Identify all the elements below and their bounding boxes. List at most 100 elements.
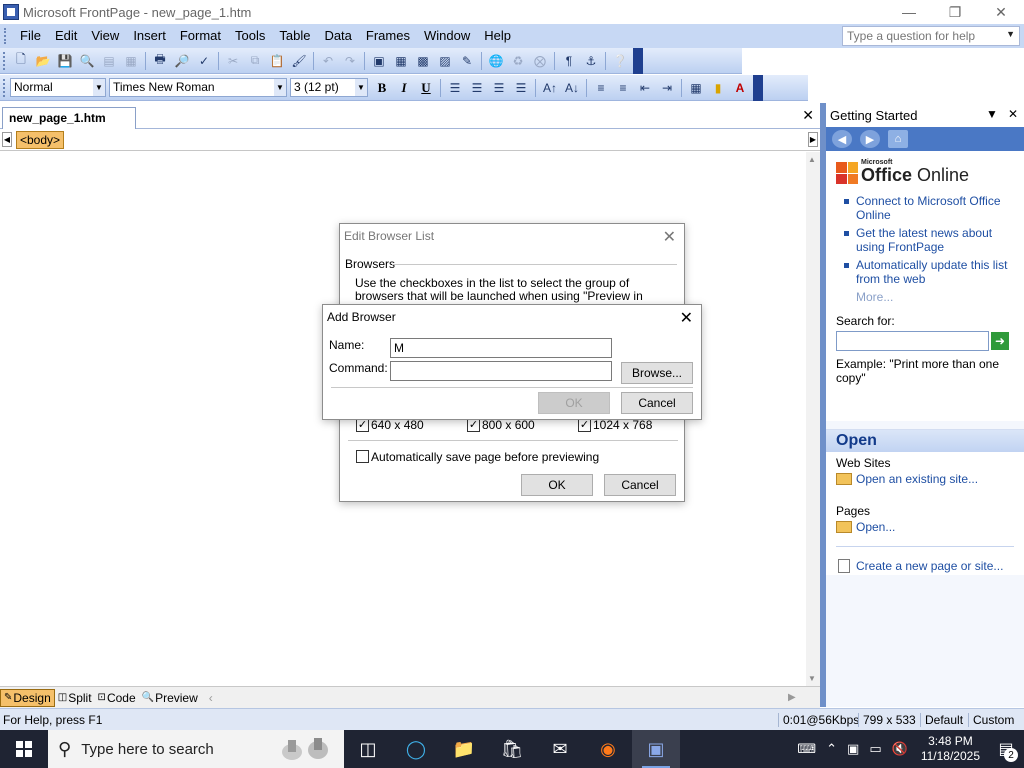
save-icon[interactable]: 💾 — [55, 51, 75, 71]
vertical-scrollbar[interactable]: ▲ ▼ — [806, 152, 820, 686]
menu-grip[interactable] — [4, 28, 8, 44]
chevron-down-icon[interactable]: ▼ — [1006, 29, 1015, 39]
underline-button[interactable]: U — [415, 80, 437, 96]
numbered-list-icon[interactable]: ≡ — [591, 78, 611, 98]
redo-icon[interactable]: ↷ — [340, 51, 360, 71]
browse-button[interactable]: Browse... — [621, 362, 693, 384]
forward-icon[interactable]: ▶ — [860, 130, 880, 148]
menu-frames[interactable]: Frames — [359, 25, 417, 47]
res-1024-checkbox[interactable]: ✓ — [578, 419, 591, 432]
tab-code[interactable]: ⊡ Code — [95, 689, 139, 707]
align-right-icon[interactable]: ☰ — [489, 78, 509, 98]
menu-data[interactable]: Data — [317, 25, 358, 47]
keyboard-icon[interactable]: ⌨ — [797, 741, 816, 757]
name-field[interactable] — [390, 338, 612, 358]
refresh-icon[interactable]: ♻ — [508, 51, 528, 71]
print-icon[interactable]: 🖶 — [150, 51, 170, 71]
menu-view[interactable]: View — [84, 25, 126, 47]
undo-icon[interactable]: ↶ — [318, 51, 338, 71]
frontpage-icon[interactable]: ▣ — [632, 730, 680, 768]
status-download-time[interactable]: 0:01@56Kbps — [778, 713, 863, 727]
insert-picture-icon[interactable]: ▨ — [435, 51, 455, 71]
chevron-right-icon[interactable]: ▶ — [808, 132, 818, 147]
open-existing-site-link[interactable]: Open an existing site... — [836, 472, 1014, 486]
monitor-icon[interactable]: ▭ — [869, 741, 881, 757]
open-page-link[interactable]: Open... — [836, 520, 1014, 534]
decrease-font-size-icon[interactable]: A↓ — [562, 78, 582, 98]
scroll-right-icon[interactable]: ▶ — [788, 692, 796, 703]
menu-table[interactable]: Table — [272, 25, 317, 47]
style-select[interactable]: Normal ▼ — [10, 78, 106, 97]
scroll-up-icon[interactable]: ▲ — [808, 155, 816, 164]
menu-help[interactable]: Help — [477, 25, 518, 47]
close-icon[interactable]: ✕ — [802, 107, 814, 124]
font-color-icon[interactable]: A — [730, 78, 750, 98]
italic-button[interactable]: I — [393, 80, 415, 96]
cancel-button[interactable]: Cancel — [604, 474, 676, 496]
insert-table-icon[interactable]: ▦ — [391, 51, 411, 71]
go-arrow-icon[interactable]: ➜ — [991, 332, 1009, 350]
link-latest-news[interactable]: Get the latest news about using FrontPag… — [836, 226, 1018, 254]
file-explorer-icon[interactable]: 📁 — [440, 730, 488, 768]
close-icon[interactable]: ✕ — [680, 308, 693, 328]
toggle-pane-icon[interactable]: ▦ — [121, 51, 141, 71]
highlight-icon[interactable]: ▮ — [708, 78, 728, 98]
volume-muted-icon[interactable]: 🔇 — [892, 741, 908, 757]
increase-indent-icon[interactable]: ⇥ — [657, 78, 677, 98]
minimize-icon[interactable]: — — [886, 0, 932, 24]
status-default[interactable]: Default — [920, 713, 967, 727]
open-folder-icon[interactable]: 📂 — [33, 51, 53, 71]
close-icon[interactable]: ✕ — [1008, 107, 1018, 121]
ok-button[interactable]: OK — [538, 392, 610, 414]
res-800-checkbox[interactable]: ✓ — [467, 419, 480, 432]
preview-icon[interactable]: 🔎 — [172, 51, 192, 71]
cancel-button[interactable]: Cancel — [621, 392, 693, 414]
network-icon[interactable]: ▣ — [847, 741, 859, 757]
firefox-icon[interactable]: ◉ — [584, 730, 632, 768]
show-all-icon[interactable]: ¶ — [559, 51, 579, 71]
new-page-icon[interactable]: 🗋 — [11, 51, 31, 71]
tab-design[interactable]: ✎ Design — [0, 688, 55, 707]
cut-icon[interactable]: ✂ — [223, 51, 243, 71]
tab-new-page[interactable]: new_page_1.htm — [2, 107, 136, 129]
menu-insert[interactable]: Insert — [126, 25, 173, 47]
close-icon[interactable]: ✕ — [663, 227, 676, 247]
justify-icon[interactable]: ☰ — [511, 78, 531, 98]
ok-button[interactable]: OK — [521, 474, 593, 496]
menu-window[interactable]: Window — [417, 25, 477, 47]
res-640-checkbox[interactable]: ✓ — [356, 419, 369, 432]
home-icon[interactable]: ⌂ — [888, 130, 908, 148]
hyperlink-icon[interactable]: 🌐 — [486, 51, 506, 71]
start-button[interactable] — [0, 730, 48, 768]
chevron-left-icon[interactable]: ◀ — [2, 132, 12, 147]
borders-icon[interactable]: ▦ — [686, 78, 706, 98]
decrease-indent-icon[interactable]: ⇤ — [635, 78, 655, 98]
toolbar-grip[interactable] — [3, 51, 7, 70]
link-auto-update[interactable]: Automatically update this list from the … — [836, 258, 1018, 286]
notification-icon[interactable]: ▤ 2 — [988, 730, 1024, 768]
spelling-icon[interactable]: ✓ — [194, 51, 214, 71]
menu-format[interactable]: Format — [173, 25, 228, 47]
toolbar-options-icon[interactable] — [753, 74, 763, 101]
create-new-page-link[interactable]: Create a new page or site... — [836, 559, 1014, 573]
back-icon[interactable]: ◀ — [832, 130, 852, 148]
bold-button[interactable]: B — [371, 80, 393, 96]
menu-file[interactable]: File — [13, 25, 48, 47]
command-field[interactable] — [390, 361, 612, 381]
tab-split[interactable]: ◫ Split — [55, 689, 95, 707]
store-icon[interactable]: 🛍 — [488, 730, 536, 768]
link-more[interactable]: More... — [856, 290, 1018, 304]
format-painter-icon[interactable]: 🖌 — [289, 51, 309, 71]
font-size-select[interactable]: 3 (12 pt) ▼ — [290, 78, 368, 97]
anchor-icon[interactable]: ⚓ — [581, 51, 601, 71]
restore-icon[interactable]: ❐ — [932, 0, 978, 24]
paste-icon[interactable]: 📋 — [267, 51, 287, 71]
menu-tools[interactable]: Tools — [228, 25, 272, 47]
scroll-left-icon[interactable]: ‹ — [209, 691, 213, 705]
task-view-icon[interactable]: ◫ — [344, 730, 392, 768]
status-custom[interactable]: Custom — [968, 713, 1018, 727]
mail-icon[interactable]: ✉ — [536, 730, 584, 768]
tab-preview[interactable]: 🔍 Preview — [139, 689, 201, 707]
search-input[interactable] — [836, 331, 989, 351]
autosave-checkbox[interactable] — [356, 450, 369, 463]
